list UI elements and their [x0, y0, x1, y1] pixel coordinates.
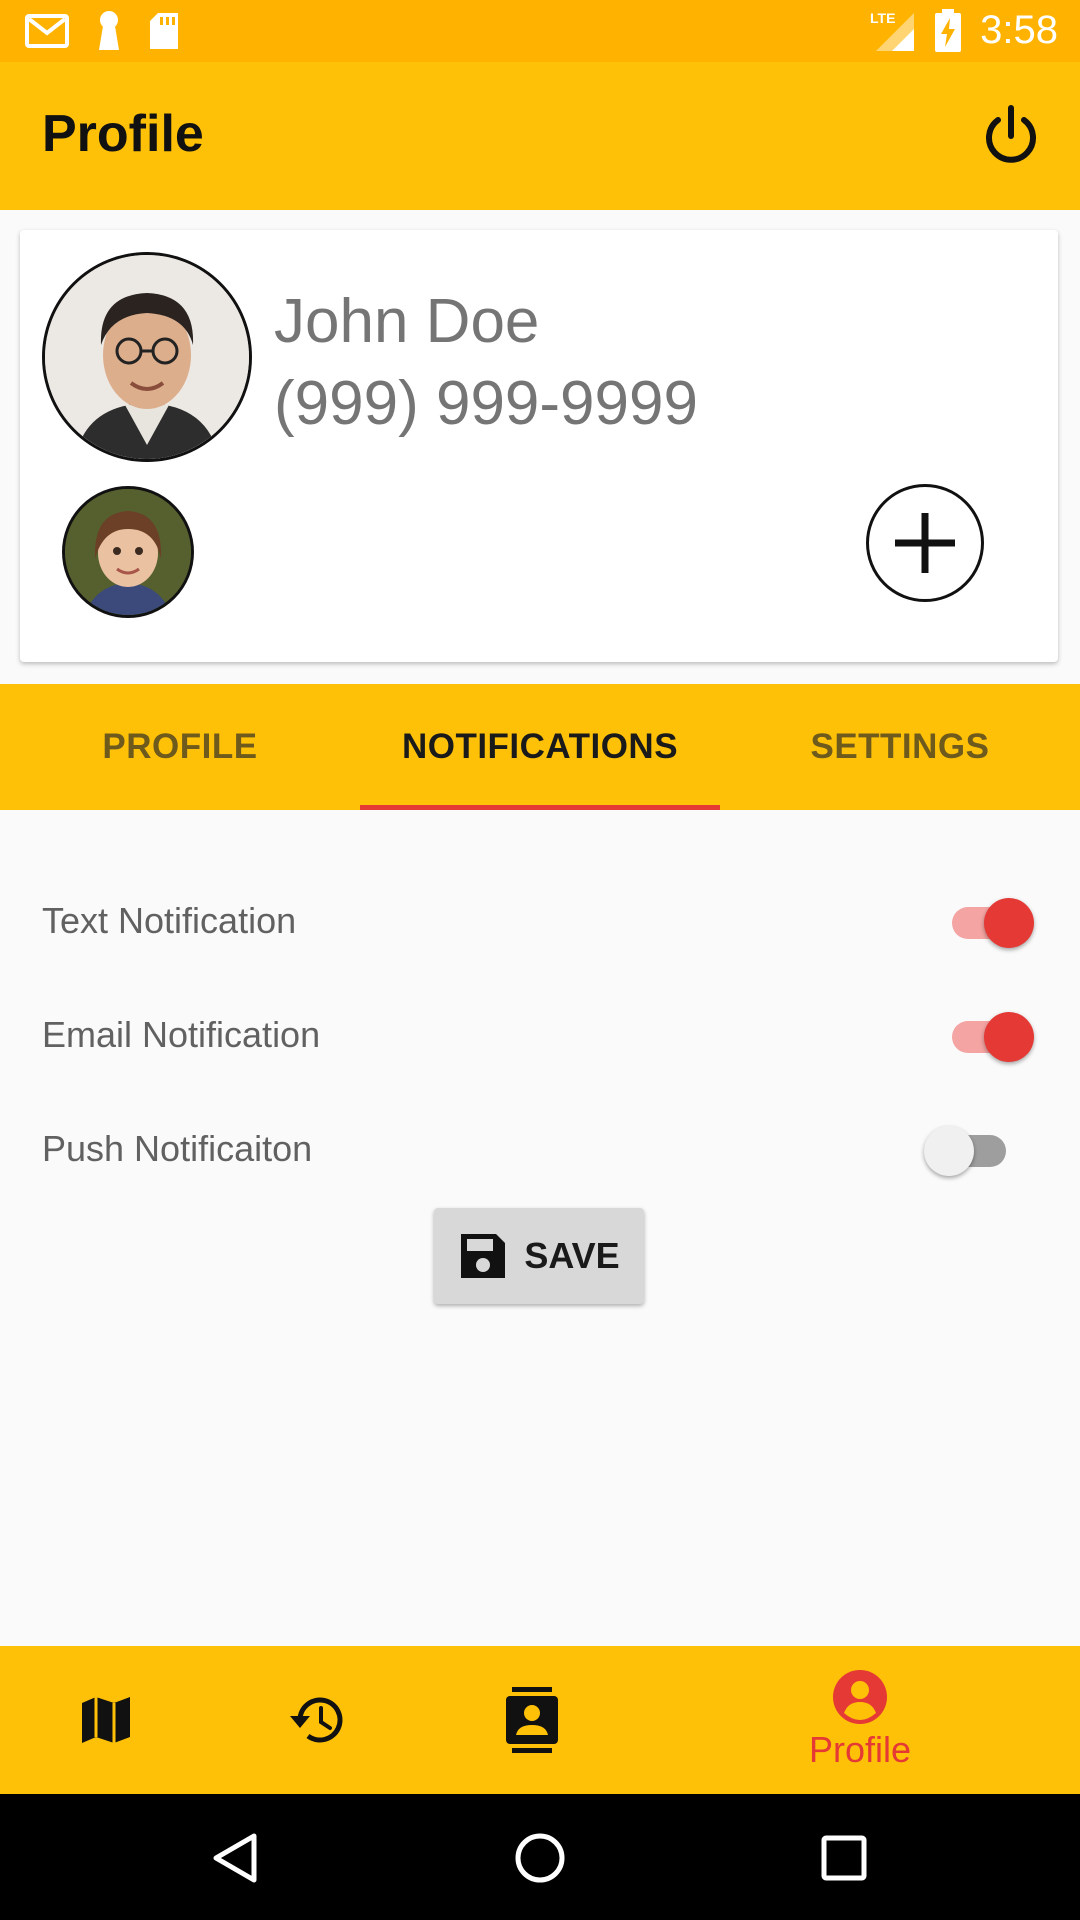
- history-icon: [290, 1697, 343, 1743]
- text-notification-switch[interactable]: [944, 890, 1034, 950]
- save-button[interactable]: SAVE: [434, 1208, 644, 1304]
- switch-thumb: [984, 1012, 1034, 1062]
- gmail-icon: [25, 14, 69, 48]
- clock: 3:58: [980, 8, 1058, 52]
- profile-card: John Doe (999) 999-9999: [20, 230, 1058, 662]
- switch-thumb: [924, 1126, 974, 1176]
- text-notification-label: Text Notification: [42, 900, 297, 941]
- back-icon[interactable]: [210, 1832, 260, 1884]
- user-photo-icon: [45, 255, 249, 459]
- power-icon: [986, 105, 1036, 163]
- child-avatar[interactable]: [62, 486, 194, 618]
- user-name: John Doe: [274, 287, 540, 356]
- save-label: SAVE: [524, 1235, 620, 1276]
- switch-thumb: [984, 898, 1034, 948]
- keyhole-icon: [99, 11, 119, 50]
- page-title: Profile: [42, 105, 204, 163]
- nav-history[interactable]: [278, 1646, 358, 1794]
- signal-icon: LTE: [870, 10, 915, 51]
- nav-profile-label: Profile: [808, 1729, 912, 1770]
- plus-icon: [895, 513, 955, 573]
- avatar[interactable]: [42, 252, 252, 462]
- push-notification-label: Push Notificaiton: [42, 1128, 313, 1169]
- app-bar: Profile: [0, 62, 1080, 210]
- tab-settings[interactable]: SETTINGS: [720, 684, 1080, 810]
- notification-row-text: Text Notification: [0, 876, 1080, 966]
- system-navigation-bar: [0, 1794, 1080, 1920]
- user-phone: (999) 999-9999: [274, 369, 698, 438]
- add-member-button[interactable]: [866, 484, 984, 602]
- floppy-disk-icon: [461, 1234, 506, 1278]
- notification-row-push: Push Notificaiton: [0, 1104, 1080, 1194]
- status-bar: LTE 3:58: [0, 0, 1080, 62]
- svg-text:LTE: LTE: [870, 10, 895, 26]
- map-icon: [82, 1697, 130, 1743]
- tab-profile[interactable]: PROFILE: [0, 684, 360, 810]
- account-circle-icon: [833, 1670, 887, 1724]
- email-notification-switch[interactable]: [944, 1004, 1034, 1064]
- tab-notifications[interactable]: NOTIFICATIONS: [360, 684, 720, 810]
- nav-map[interactable]: [66, 1646, 146, 1794]
- recents-icon[interactable]: [820, 1834, 868, 1882]
- home-icon[interactable]: [514, 1832, 566, 1884]
- bottom-navigation: Profile: [0, 1646, 1080, 1794]
- battery-charging-icon: [935, 8, 962, 52]
- sd-card-icon: [150, 13, 178, 49]
- notification-row-email: Email Notification: [0, 990, 1080, 1080]
- nav-contacts[interactable]: [492, 1646, 572, 1794]
- power-button[interactable]: [976, 100, 1046, 170]
- tab-bar: PROFILE NOTIFICATIONS SETTINGS: [0, 684, 1080, 810]
- push-notification-switch[interactable]: [924, 1118, 1014, 1178]
- email-notification-label: Email Notification: [42, 1014, 321, 1055]
- contacts-icon: [506, 1687, 558, 1753]
- nav-profile[interactable]: Profile: [780, 1646, 940, 1794]
- child-photo-icon: [65, 489, 191, 615]
